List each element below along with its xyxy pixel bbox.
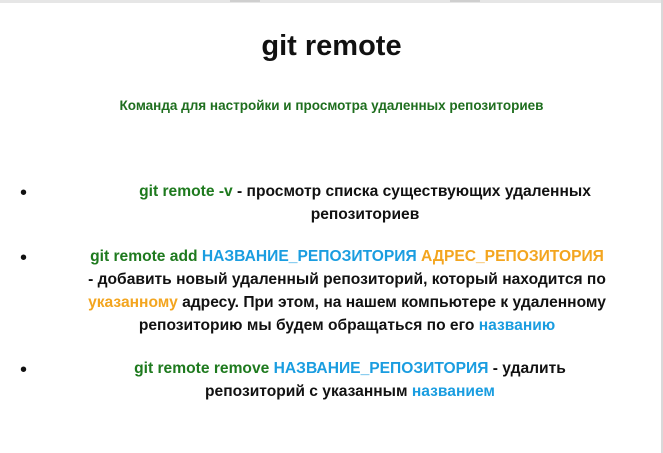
item-1-text-2: репозиториев	[310, 206, 420, 223]
name-placeholder-add: НАЗВАНИЕ_РЕПОЗИТОРИЯ	[201, 248, 417, 265]
item-2-text-3: репозиторию мы будем обращаться по его	[138, 317, 479, 334]
slide-title: git remote	[261, 30, 402, 62]
command-remote-v: git remote -v	[139, 183, 233, 200]
slide-subtitle: Команда для настройки и просмотра удален…	[119, 98, 544, 113]
item-3-highlight-name: названием	[411, 383, 495, 400]
list-item-remote-v: git remote -v - просмотр списка существу…	[70, 180, 660, 226]
command-remote-remove: git remote remove	[134, 360, 270, 377]
name-placeholder-remove: НАЗВАНИЕ_РЕПОЗИТОРИЯ	[273, 360, 489, 377]
address-placeholder-add: АДРЕС_РЕПОЗИТОРИЯ	[421, 248, 604, 265]
item-2-highlight-name: названию	[478, 317, 556, 334]
list-item-remote-remove: git remote remove НАЗВАНИЕ_РЕПОЗИТОРИЯ -…	[40, 357, 660, 403]
bullet-3: •	[20, 359, 28, 381]
item-2-text-1: - добавить новый удаленный репозиторий, …	[88, 271, 606, 288]
item-2-highlight-address: указанному	[88, 294, 178, 311]
top-marker-left	[230, 0, 260, 2]
bullet-1: •	[20, 182, 28, 204]
bullet-2: •	[20, 247, 28, 269]
top-marker-right	[450, 0, 480, 2]
top-border	[0, 0, 663, 3]
item-2-text-2: адресу. При этом, на нашем компьютере к …	[177, 294, 606, 311]
item-1-text-1: - просмотр списка существующих удаленных	[232, 183, 591, 200]
command-remote-add: git remote add	[90, 248, 198, 265]
item-3-text-1: - удалить	[488, 360, 566, 377]
slide: git remote Команда для настройки и просм…	[0, 0, 663, 453]
item-3-text-2: репозиторий с указанным	[205, 383, 412, 400]
list-item-remote-add: git remote add НАЗВАНИЕ_РЕПОЗИТОРИЯ АДРЕ…	[34, 245, 660, 337]
